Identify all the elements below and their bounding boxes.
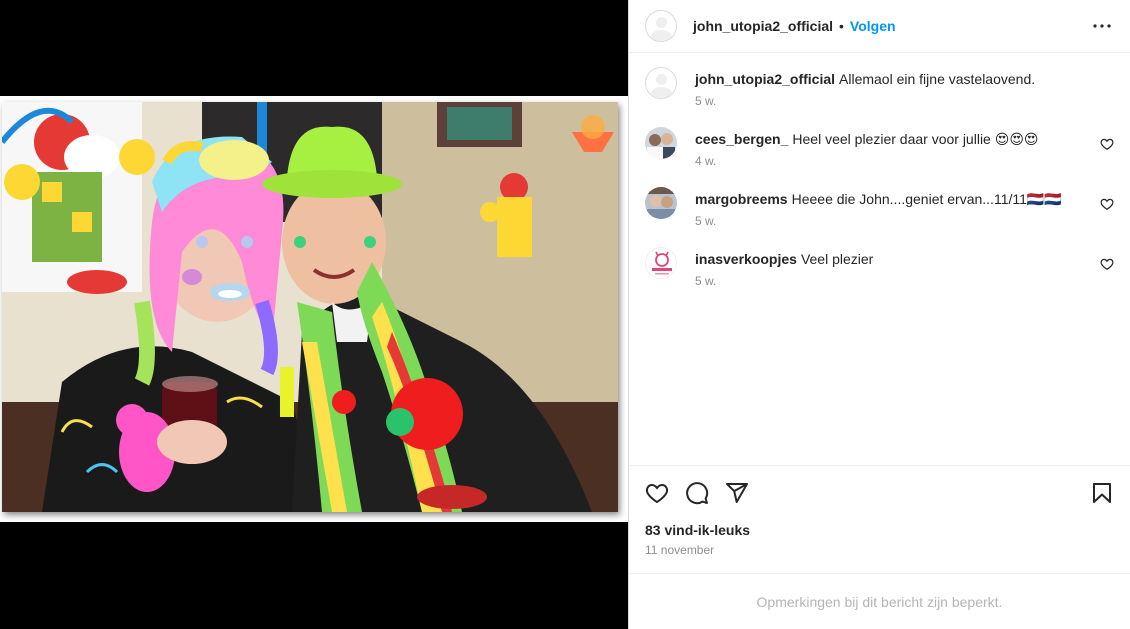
heart-icon[interactable] — [645, 481, 669, 505]
follow-button[interactable]: Volgen — [850, 18, 896, 34]
bookmark-icon[interactable] — [1090, 481, 1114, 505]
comment-username[interactable]: inasverkoopjes — [695, 251, 797, 267]
share-icon[interactable] — [725, 481, 749, 505]
comment-icon[interactable] — [685, 481, 709, 505]
post-modal: john_utopia2_official • Volgen john_utop… — [0, 0, 1130, 629]
comment-avatar[interactable] — [645, 67, 677, 99]
post-photo-illustration — [2, 102, 618, 512]
comment-text: Allemaol ein fijne vastelaovend. — [839, 71, 1036, 87]
photo-frame — [0, 96, 628, 522]
comment-avatar[interactable] — [645, 247, 677, 279]
caption-item: john_utopia2_official Allemaol ein fijne … — [645, 67, 1114, 108]
separator-dot: • — [839, 18, 844, 34]
like-comment-heart-icon[interactable] — [1100, 197, 1114, 211]
comment-time[interactable]: 5 w. — [695, 94, 1114, 108]
comment-username[interactable]: margobreems — [695, 191, 788, 207]
comment-time[interactable]: 5 w. — [695, 214, 1114, 228]
post-header: john_utopia2_official • Volgen — [629, 0, 1130, 53]
comment-time[interactable]: 5 w. — [695, 274, 1114, 288]
comment-avatar[interactable] — [645, 187, 677, 219]
media-area — [0, 0, 628, 629]
more-options-icon[interactable] — [1090, 14, 1114, 38]
comments-restricted-notice: Opmerkingen bij dit bericht zijn beperkt… — [629, 573, 1130, 629]
action-bar — [629, 466, 1130, 520]
comment-avatar[interactable] — [645, 127, 677, 159]
like-comment-heart-icon[interactable] — [1100, 257, 1114, 271]
author-avatar[interactable] — [645, 10, 677, 42]
comment-item: margobreems Heeee die John....geniet erva… — [645, 187, 1114, 228]
comment-item: inasverkoopjes Veel plezier 5 w. — [645, 247, 1114, 288]
comment-item: cees_bergen_ Heel veel plezier daar voor … — [645, 127, 1114, 168]
post-date[interactable]: 11 november — [629, 543, 1130, 557]
comment-text: Veel plezier — [800, 251, 874, 267]
comment-text: Heeee die John....geniet ervan...11/11🇳🇱… — [791, 191, 1062, 207]
author-username[interactable]: john_utopia2_official — [693, 18, 833, 34]
post-sidebar: john_utopia2_official • Volgen john_utop… — [628, 0, 1130, 629]
likes-count[interactable]: 83 vind-ik-leuks — [629, 522, 1130, 538]
comment-username[interactable]: john_utopia2_official — [695, 71, 835, 87]
comment-text: Heel veel plezier daar voor jullie 😍😍😍 — [792, 131, 1039, 147]
comments-list: john_utopia2_official Allemaol ein fijne … — [629, 53, 1130, 465]
post-photo[interactable] — [2, 102, 618, 512]
comment-time[interactable]: 4 w. — [695, 154, 1114, 168]
post-actions-section: 83 vind-ik-leuks 11 november — [629, 465, 1130, 557]
comment-username[interactable]: cees_bergen_ — [695, 131, 788, 147]
like-comment-heart-icon[interactable] — [1100, 137, 1114, 151]
